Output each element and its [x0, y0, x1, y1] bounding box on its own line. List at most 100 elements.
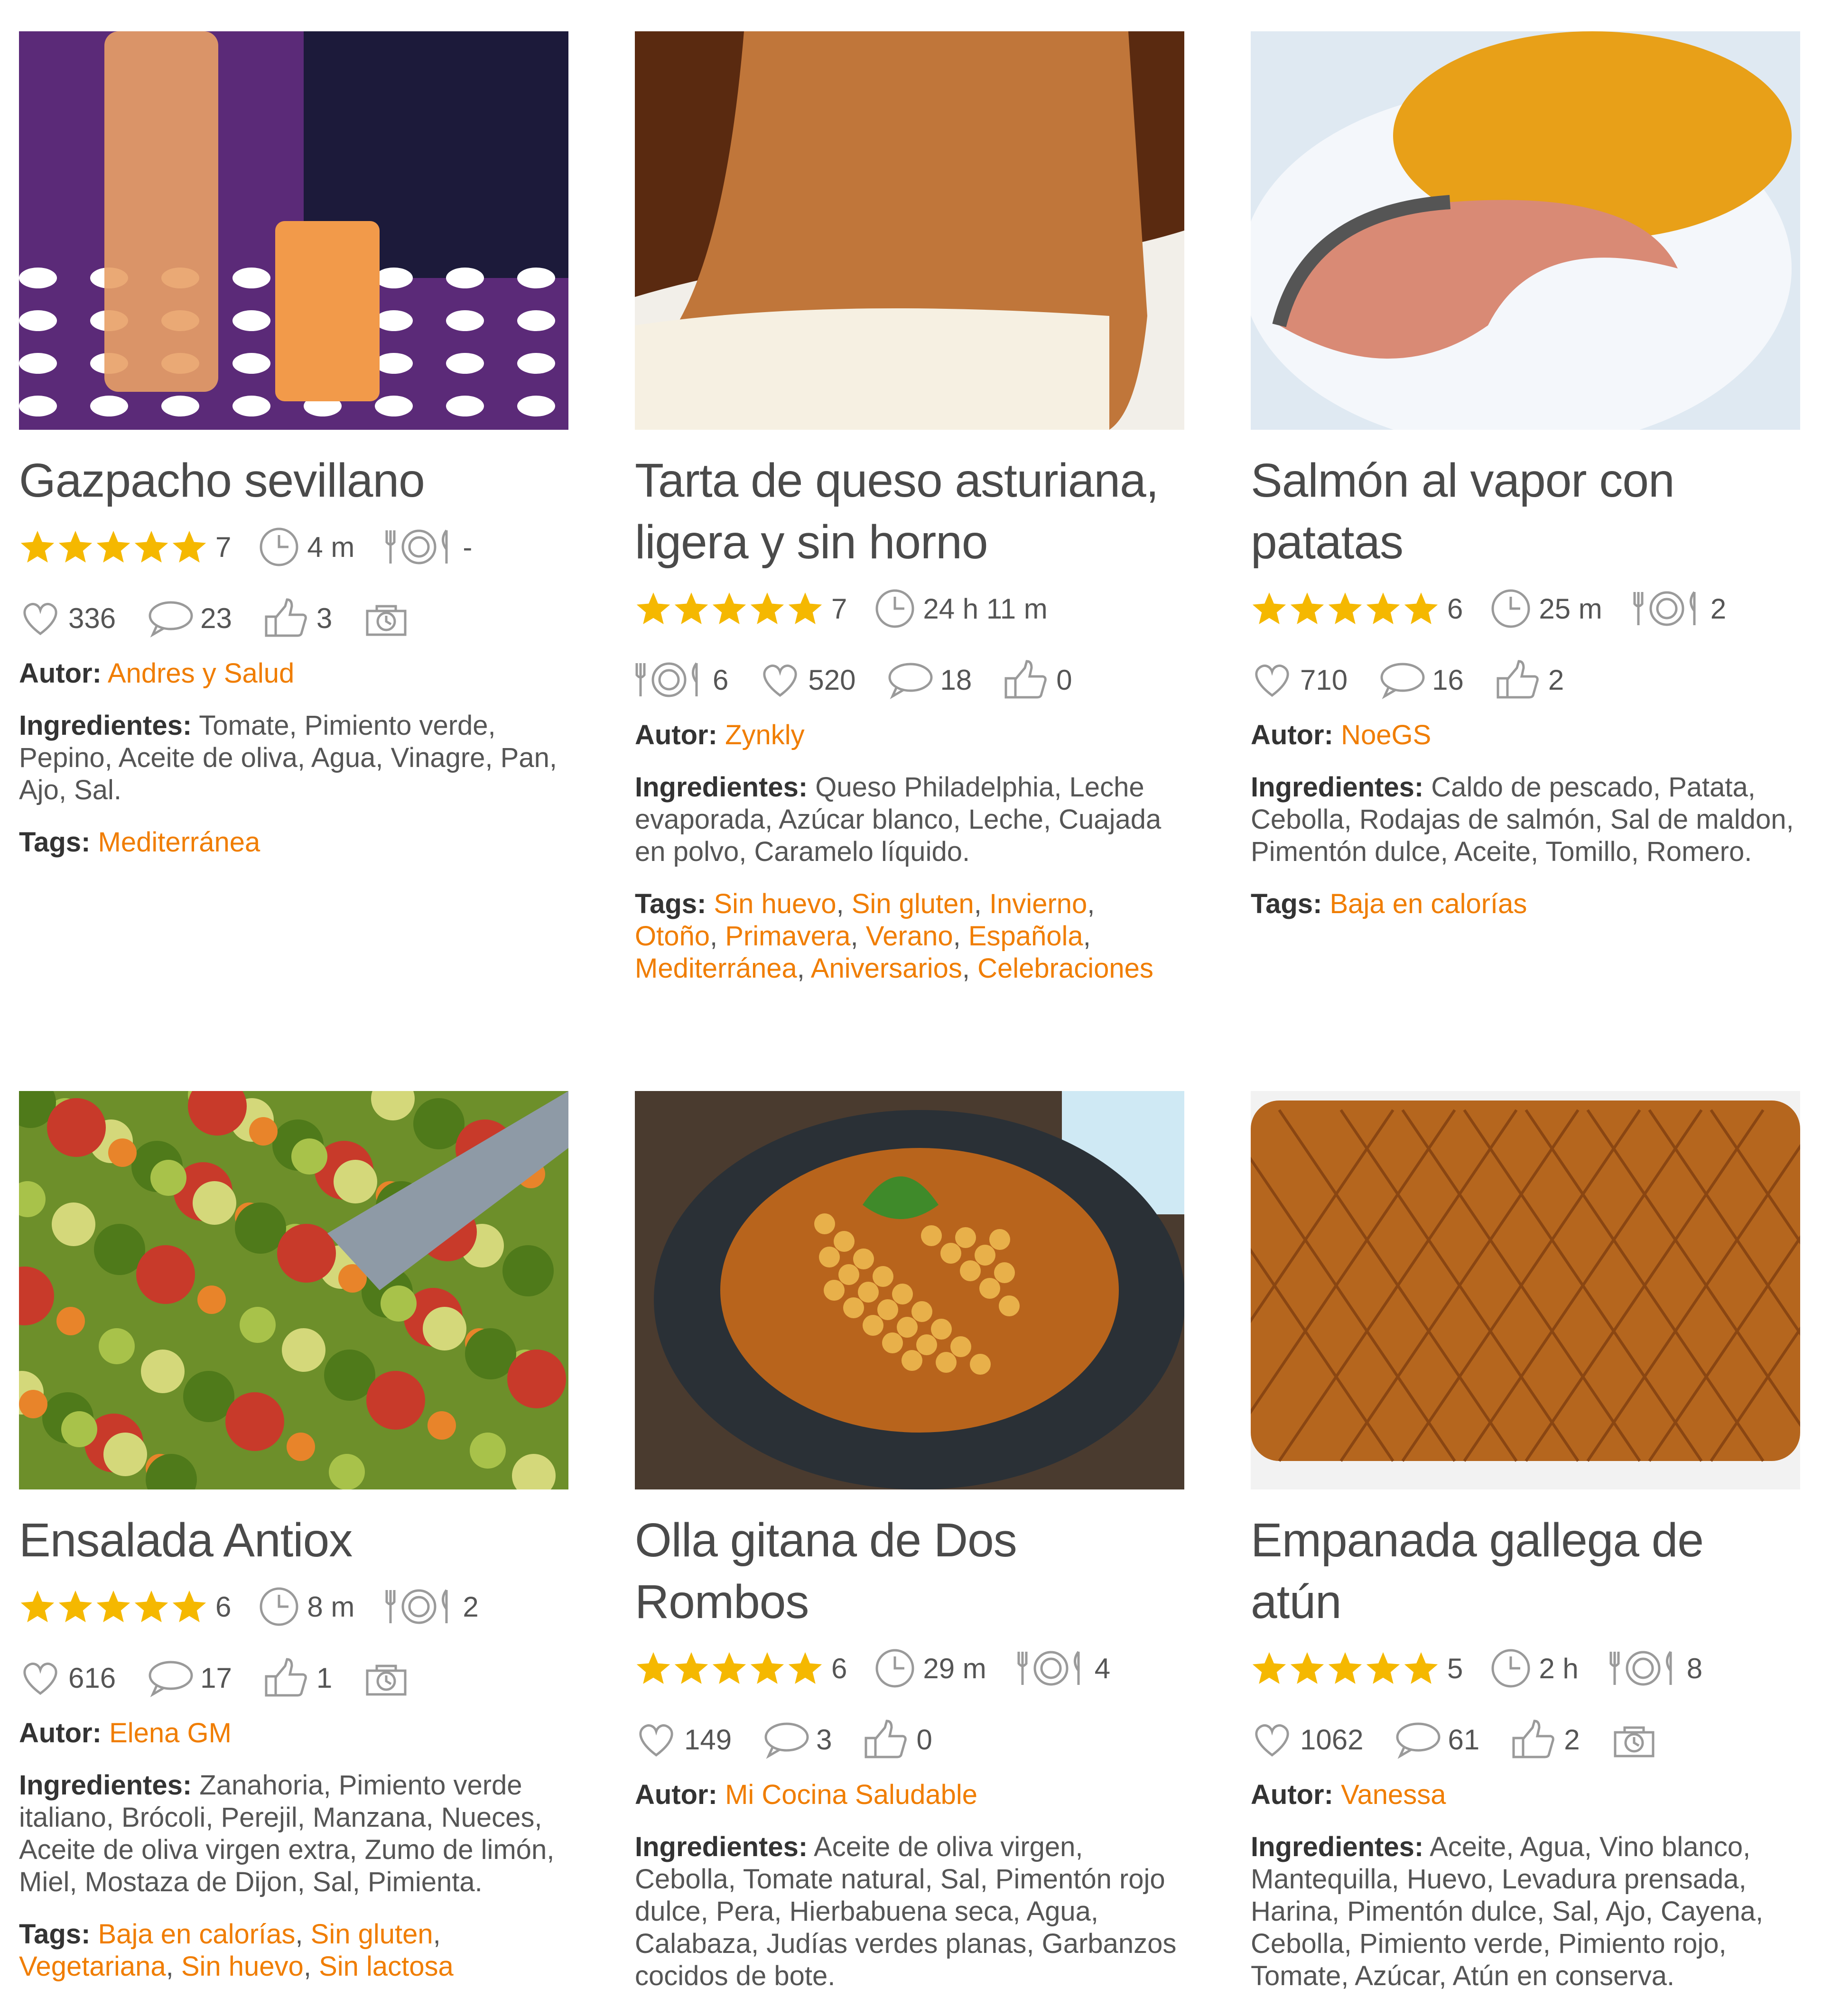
star-icon: [134, 531, 168, 563]
author-link[interactable]: Vanessa: [1341, 1779, 1446, 1810]
tag-link[interactable]: Española: [968, 921, 1083, 952]
recipe-photo[interactable]: [19, 1091, 568, 1489]
rating-stars[interactable]: [1251, 590, 1441, 627]
recipe-photo[interactable]: [635, 31, 1184, 430]
tag-link[interactable]: Vegetariana: [19, 1951, 166, 1982]
star-icon: [96, 531, 130, 563]
ingredients-label: Ingredientes:: [19, 1770, 192, 1801]
author-link[interactable]: Mi Cocina Saludable: [725, 1779, 977, 1810]
star-icon: [1290, 1652, 1324, 1684]
recipe-photo[interactable]: [1251, 31, 1800, 430]
tag-link[interactable]: Mediterránea: [635, 953, 797, 984]
author-link[interactable]: NoeGS: [1341, 720, 1431, 750]
servings: 2: [1633, 587, 1726, 630]
meta-row-2: 149 3 0: [635, 1704, 1184, 1775]
tag-link[interactable]: Baja en calorías: [98, 1919, 296, 1950]
recipe-title[interactable]: Salmón al vapor con patatas: [1251, 450, 1800, 573]
ingredients-line: Ingredientes: Tomate, Pimiento verde, Pe…: [19, 710, 568, 806]
thumbs-up-icon: [1004, 660, 1047, 699]
tag-link[interactable]: Aniversarios: [811, 953, 962, 984]
comments-value: 18: [940, 664, 972, 696]
ingredients-line: Ingredientes: Queso Philadelphia, Leche …: [635, 771, 1184, 868]
tag-link[interactable]: Sin lactosa: [319, 1951, 454, 1982]
tag-link[interactable]: Sin gluten: [311, 1919, 433, 1950]
tag-link[interactable]: Primavera: [725, 921, 850, 952]
servings-value: 2: [463, 1591, 479, 1623]
author-link[interactable]: Elena GM: [109, 1718, 232, 1748]
rating-stars[interactable]: [19, 1588, 209, 1625]
star-icon: [134, 1591, 168, 1622]
recipe-title[interactable]: Gazpacho sevillano: [19, 450, 568, 511]
recipe-title[interactable]: Ensalada Antiox: [19, 1509, 568, 1571]
thumbs-up-icon: [1497, 660, 1539, 699]
likes: 616: [19, 1656, 116, 1699]
tag-link[interactable]: Celebraciones: [977, 953, 1153, 984]
rating-stars[interactable]: [1251, 1650, 1441, 1687]
comments: 3: [762, 1718, 832, 1761]
tag-link[interactable]: Invierno: [989, 888, 1087, 919]
rating-stars[interactable]: [635, 590, 825, 627]
tags-label: Tags:: [19, 1919, 98, 1950]
meta-row-2: 710 16 2: [1251, 644, 1800, 715]
clock-icon: [875, 1649, 914, 1688]
timer: [363, 597, 410, 639]
servings: 6: [635, 658, 728, 701]
recipe-photo[interactable]: [1251, 1091, 1800, 1489]
likes-value: 710: [1300, 664, 1348, 696]
recipe-photo[interactable]: [19, 31, 568, 430]
clock-icon: [260, 1587, 298, 1626]
tags-line: Tags: Baja en calorías, Sin gluten, Vege…: [19, 1919, 454, 1982]
rating-value: 6: [831, 1652, 847, 1684]
rating-value: 5: [1447, 1652, 1463, 1684]
servings-value: 2: [1710, 592, 1727, 625]
recipe-card: Olla gitana de Dos Rombos 6 29 m 4 149 3 0 A…: [635, 1091, 1184, 1992]
tag-link[interactable]: Sin gluten: [852, 888, 974, 919]
tag-link[interactable]: Otoño: [635, 921, 710, 952]
clock-icon: [260, 527, 298, 566]
rating-stars[interactable]: [635, 1650, 825, 1687]
author-link[interactable]: Andres y Salud: [108, 658, 294, 689]
star-icon: [1328, 1652, 1362, 1684]
servings-icon: [385, 529, 448, 564]
tags-line: Tags: Sin huevo, Sin gluten, Invierno, O…: [635, 888, 1153, 984]
likes: 336: [19, 597, 116, 639]
prep-time-value: 8 m: [307, 1591, 355, 1623]
meta-row-1: 6 25 m 2: [1251, 573, 1800, 644]
author-label: Autor:: [1251, 1779, 1333, 1810]
recipe-title[interactable]: Empanada gallega de atún: [1251, 1509, 1800, 1633]
recipe-title[interactable]: Olla gitana de Dos Rombos: [635, 1509, 1184, 1633]
author-line: Autor: NoeGS: [1251, 719, 1800, 751]
star-icon: [1328, 592, 1362, 624]
tag-link[interactable]: Baja en calorías: [1330, 888, 1527, 919]
star-icon: [1404, 1652, 1438, 1684]
tag-link[interactable]: Sin huevo: [714, 888, 837, 919]
star-icon: [172, 1591, 206, 1622]
recipe-title[interactable]: Tarta de queso asturiana, ligera y sin h…: [635, 450, 1184, 573]
star-icon: [58, 1591, 93, 1622]
author-line: Autor: Andres y Salud: [19, 657, 568, 690]
star-icon: [1366, 592, 1400, 624]
rating: 7: [635, 590, 847, 627]
meta-row-1: 7 4 m -: [19, 511, 568, 583]
servings-value: 8: [1686, 1652, 1703, 1684]
kitchen-timer-icon: [1614, 1726, 1655, 1757]
recipe-image: [635, 1091, 1184, 1489]
servings-icon: [1633, 591, 1696, 626]
tag-link[interactable]: Verano: [866, 921, 953, 952]
author-link[interactable]: Zynkly: [725, 720, 805, 750]
star-icon: [1252, 592, 1286, 624]
rating-stars[interactable]: [19, 528, 209, 565]
tag-link[interactable]: Sin huevo: [181, 1951, 304, 1982]
star-icon: [750, 592, 784, 624]
tag-link[interactable]: Mediterránea: [98, 827, 260, 858]
thumbs-value: 3: [316, 602, 333, 634]
comments: 17: [146, 1656, 232, 1699]
comment-icon: [149, 1661, 193, 1698]
likes: 1062: [1251, 1718, 1363, 1761]
ingredients-line: Ingredientes: Caldo de pescado, Patata, …: [1251, 771, 1800, 868]
rating: 5: [1251, 1650, 1463, 1687]
likes: 149: [635, 1718, 732, 1761]
thumbs: 0: [1002, 658, 1072, 701]
thumbs-up-icon: [265, 598, 307, 637]
recipe-photo[interactable]: [635, 1091, 1184, 1489]
